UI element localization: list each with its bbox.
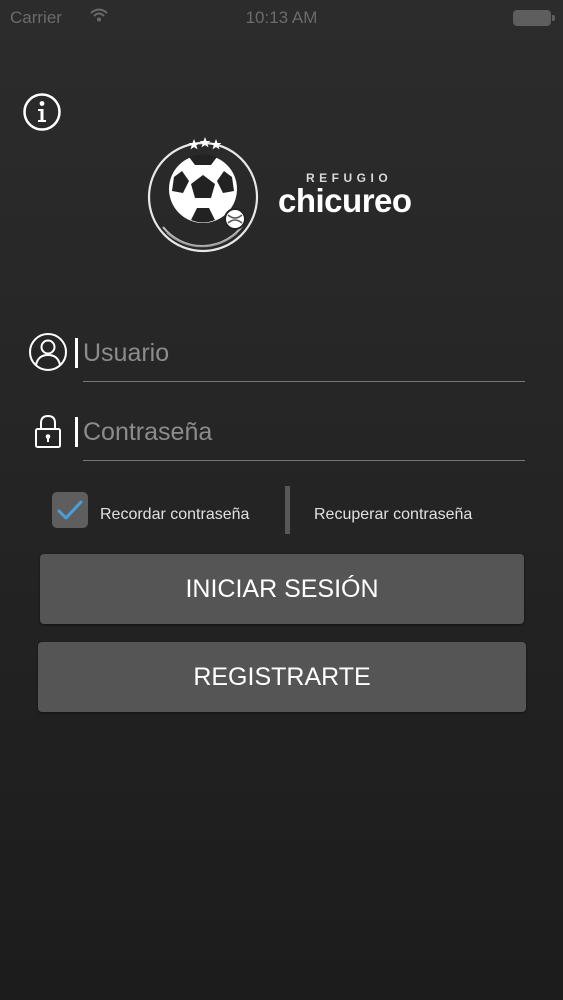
status-bar: Carrier 10:13 AM — [0, 0, 563, 36]
checkmark-icon — [57, 500, 83, 520]
password-input[interactable] — [83, 412, 513, 452]
remember-checkbox[interactable] — [52, 492, 88, 528]
password-underline — [83, 460, 525, 461]
lock-icon — [35, 414, 61, 448]
recover-password-link[interactable]: Recuperar contraseña — [314, 506, 472, 524]
info-icon — [23, 93, 61, 131]
battery-icon — [513, 10, 555, 26]
options-divider — [285, 486, 290, 534]
soccer-ball-emblem-icon — [147, 137, 259, 253]
login-button[interactable]: INICIAR SESIÓN — [40, 554, 524, 624]
user-icon — [29, 333, 67, 371]
text-cursor — [75, 338, 78, 368]
status-time: 10:13 AM — [245, 8, 318, 27]
password-field — [28, 408, 525, 468]
username-underline — [83, 381, 525, 382]
text-cursor — [75, 417, 78, 447]
remember-label[interactable]: Recordar contraseña — [100, 506, 249, 524]
app-logo: REFUGIO chicureo — [145, 135, 425, 255]
username-field — [28, 329, 525, 389]
register-button[interactable]: REGISTRARTE — [38, 642, 526, 712]
logo-brand-text: chicureo — [278, 182, 412, 219]
username-input[interactable] — [83, 333, 513, 373]
info-button[interactable] — [22, 92, 62, 132]
